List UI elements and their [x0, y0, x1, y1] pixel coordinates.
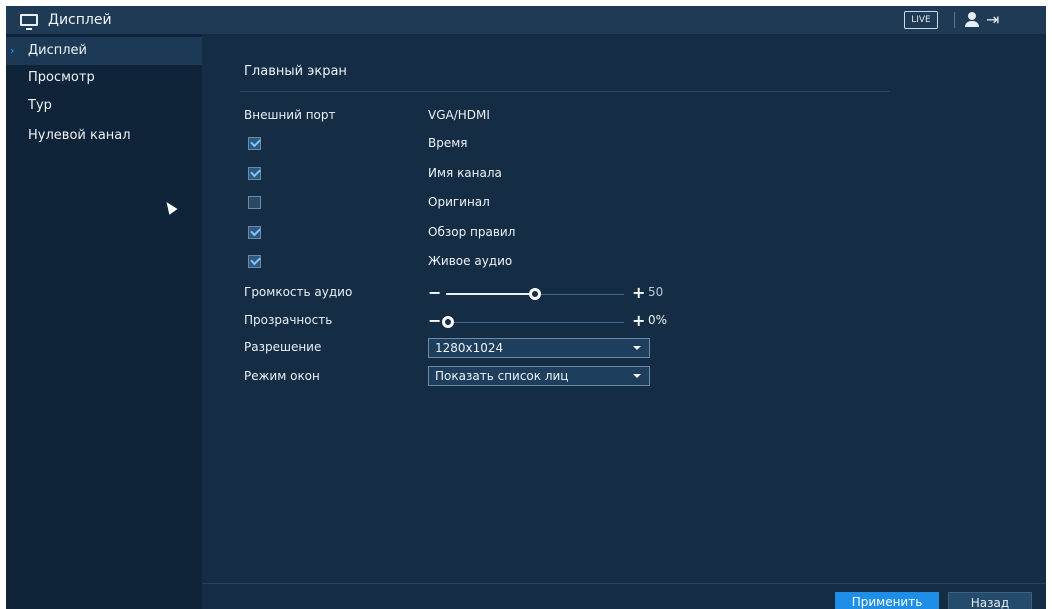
- section-title: Главный экран: [244, 64, 347, 79]
- mouse-cursor-icon: [162, 199, 178, 215]
- volume-label: Громкость аудио: [244, 285, 353, 299]
- monitor-icon: [20, 14, 38, 30]
- original-checkbox[interactable]: [248, 196, 261, 209]
- window-mode-select-value: Показать список лиц: [435, 369, 569, 383]
- logout-icon[interactable]: ⇥: [986, 10, 1010, 30]
- sidebar-item-label: Дисплей: [28, 43, 88, 58]
- live-audio-checkbox[interactable]: [248, 255, 261, 268]
- transparency-increase-button[interactable]: +: [632, 311, 645, 330]
- volume-increase-button[interactable]: +: [632, 283, 645, 302]
- rules-overview-checkbox[interactable]: [248, 226, 261, 239]
- transparency-value: 0%: [648, 313, 668, 327]
- sidebar-item-tour[interactable]: Тур: [6, 92, 202, 120]
- volume-decrease-button[interactable]: −: [428, 283, 441, 302]
- resolution-label: Разрешение: [244, 340, 322, 354]
- window-mode-select[interactable]: Показать список лиц: [428, 366, 650, 386]
- sidebar-item-preview[interactable]: Просмотр: [6, 64, 202, 92]
- sidebar-item-zero-channel[interactable]: Нулевой канал: [6, 122, 202, 150]
- rules-overview-checkbox-label[interactable]: Обзор правил: [428, 225, 515, 239]
- resolution-select-value: 1280x1024: [435, 341, 504, 355]
- volume-value: 50: [648, 285, 664, 299]
- resolution-select[interactable]: 1280x1024: [428, 338, 650, 358]
- time-checkbox-label[interactable]: Время: [428, 136, 468, 150]
- volume-slider-handle[interactable]: [529, 288, 541, 300]
- original-checkbox-label[interactable]: Оригинал: [428, 195, 490, 209]
- output-port-value: VGA/HDMI: [428, 108, 490, 122]
- chevron-right-icon: ›: [10, 44, 15, 57]
- window-mode-label: Режим окон: [244, 369, 320, 383]
- back-button[interactable]: Назад: [948, 592, 1032, 609]
- channel-name-checkbox-label[interactable]: Имя канала: [428, 166, 502, 180]
- sidebar-item-display[interactable]: › Дисплей: [6, 37, 202, 65]
- transparency-slider[interactable]: − +: [428, 311, 646, 330]
- sidebar-item-label: Тур: [28, 98, 52, 113]
- user-icon[interactable]: [964, 12, 980, 28]
- footer-divider: [202, 583, 1046, 584]
- window-title: Дисплей: [48, 12, 112, 28]
- chevron-down-icon: [633, 374, 641, 378]
- display-settings-window: Дисплей LIVE ⇥ › Дисплей Просмотр Тур Ну…: [6, 6, 1046, 609]
- live-audio-checkbox-label[interactable]: Живое аудио: [428, 254, 512, 268]
- output-port-label: Внешний порт: [244, 108, 336, 122]
- time-checkbox[interactable]: [248, 137, 261, 150]
- slider-track: [446, 322, 624, 323]
- top-bar: Дисплей LIVE ⇥: [6, 6, 1046, 34]
- apply-button[interactable]: Применить: [835, 592, 939, 609]
- top-bar-divider: [954, 12, 955, 28]
- transparency-slider-handle[interactable]: [442, 316, 454, 328]
- section-divider: [240, 91, 890, 92]
- sidebar-item-label: Просмотр: [28, 70, 95, 85]
- chevron-down-icon: [633, 346, 641, 350]
- slider-fill: [446, 293, 535, 295]
- transparency-decrease-button[interactable]: −: [428, 311, 441, 330]
- volume-slider[interactable]: − +: [428, 283, 646, 302]
- channel-name-checkbox[interactable]: [248, 167, 261, 180]
- sidebar-item-label: Нулевой канал: [28, 128, 131, 143]
- transparency-label: Прозрачность: [244, 313, 333, 327]
- main-panel: Главный экран Внешний порт VGA/HDMI Врем…: [202, 34, 1046, 609]
- live-button[interactable]: LIVE: [904, 11, 938, 29]
- sidebar: › Дисплей Просмотр Тур Нулевой канал: [6, 34, 202, 609]
